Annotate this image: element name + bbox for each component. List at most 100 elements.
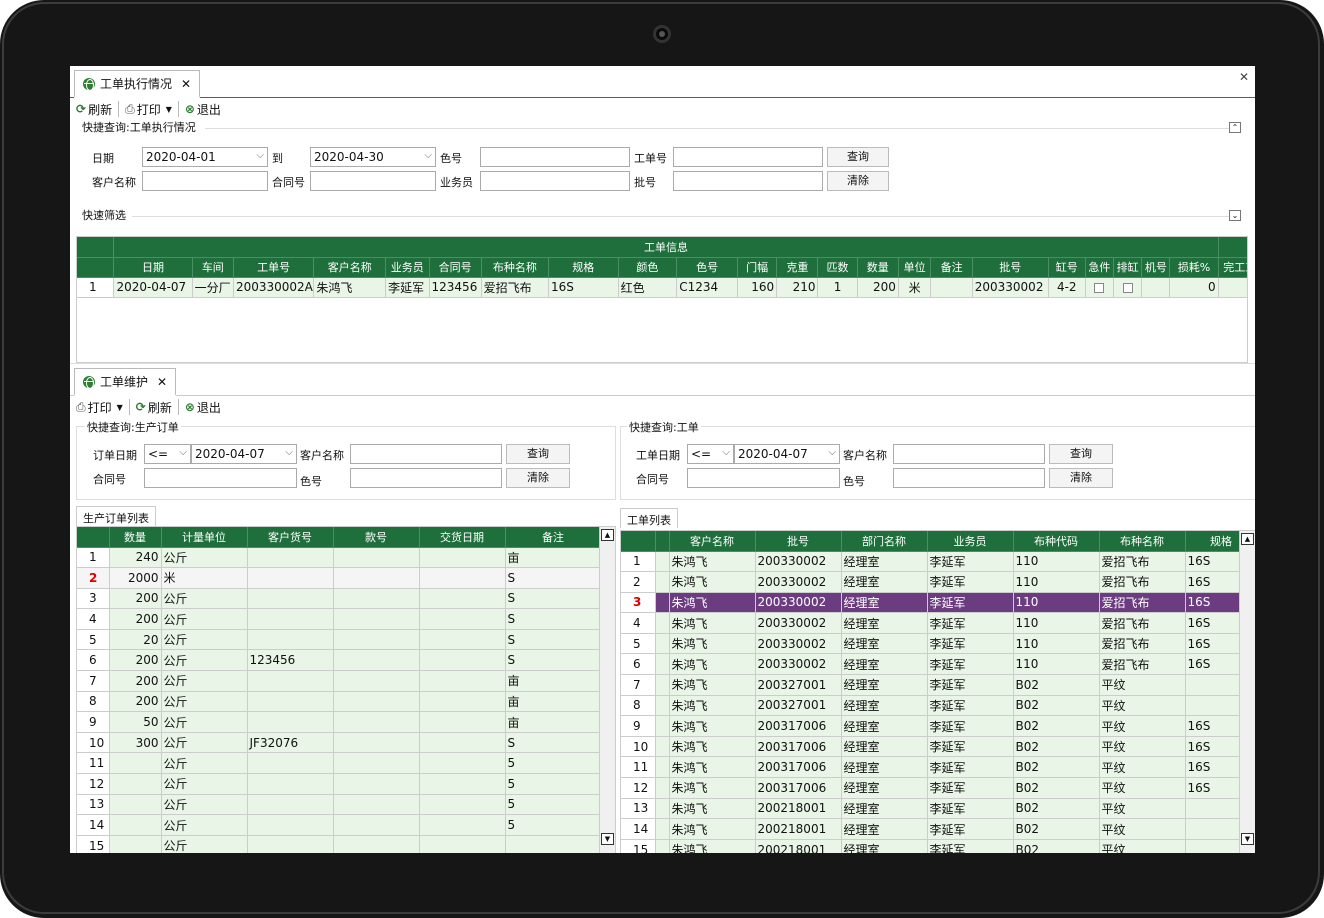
print-button[interactable]: ⎙ 打印 ▼	[123, 101, 174, 118]
column-header[interactable]: 款号	[333, 527, 420, 548]
exit-button[interactable]: ⊗ 退出	[183, 101, 223, 118]
column-header[interactable]: 日期	[113, 257, 193, 278]
table-row[interactable]: 10 300 公斤 JF32076 S	[77, 732, 602, 754]
column-header[interactable]: 交货日期	[419, 527, 506, 548]
table-row[interactable]: 14 公斤 5	[77, 814, 602, 836]
column-header[interactable]: 数量	[109, 527, 162, 548]
table-row[interactable]: 6 朱鸿飞 200330002 经理室 李延军 110 爱招飞布 16S	[621, 653, 1255, 676]
table-row[interactable]: 1 2020-04-07 一分厂 200330002A 朱鸿飞 李延军 123456 爱招飞布…	[77, 277, 1247, 299]
column-header[interactable]: 数量	[857, 257, 899, 278]
dropdown-arrow-icon[interactable]: ▼	[166, 105, 172, 114]
column-header[interactable]: 部门名称	[841, 531, 928, 552]
column-header[interactable]: 布种名称	[1099, 531, 1186, 552]
scroll-up-icon[interactable]: ▲	[1241, 533, 1254, 545]
query-button[interactable]: 查询	[1049, 444, 1113, 464]
contract-input[interactable]	[687, 468, 840, 488]
column-header[interactable]: 布种名称	[481, 257, 550, 278]
scroll-down-icon[interactable]: ▼	[1241, 833, 1254, 845]
refresh-button[interactable]: ⟳ 刷新	[134, 399, 174, 416]
table-row[interactable]: 9 50 公斤 亩	[77, 711, 602, 733]
column-header[interactable]: 车间	[192, 257, 234, 278]
column-header[interactable]: 备注	[930, 257, 973, 278]
table-row[interactable]: 9 朱鸿飞 200317006 经理室 李延军 B02 平纹 16S	[621, 715, 1255, 737]
clear-button[interactable]: 清除	[506, 468, 570, 488]
column-header[interactable]: 计量单位	[161, 527, 248, 548]
column-header[interactable]: 客户货号	[247, 527, 334, 548]
workorder-input[interactable]	[673, 147, 823, 167]
dropdown-arrow-icon[interactable]: ▼	[117, 403, 123, 412]
column-header[interactable]: 业务员	[385, 257, 430, 278]
table-row[interactable]: 1 240 公斤 亩	[77, 547, 602, 569]
window-close-icon[interactable]: ✕	[1239, 70, 1249, 84]
clear-button[interactable]: 清除	[827, 171, 889, 191]
scroll-up-icon[interactable]: ▲	[601, 529, 614, 541]
column-header[interactable]: 批号	[972, 257, 1049, 278]
contract-input[interactable]	[144, 468, 297, 488]
color-input[interactable]	[350, 468, 502, 488]
table-row[interactable]: 12 公斤 5	[77, 773, 602, 795]
table-row[interactable]: 14 朱鸿飞 200218001 经理室 李延军 B02 平纹	[621, 818, 1255, 840]
table-row[interactable]: 15 公斤	[77, 835, 602, 853]
tab-production-order-list[interactable]: 生产订单列表	[76, 506, 156, 526]
print-button[interactable]: ⎙ 打印 ▼	[74, 399, 125, 416]
order-date-select[interactable]: 2020-04-07	[191, 444, 297, 464]
workorder-date-select[interactable]: 2020-04-07	[734, 444, 840, 464]
color-input[interactable]	[480, 147, 630, 167]
tab-workorder-execution[interactable]: 工单执行情况 ✕	[74, 70, 201, 98]
vertical-scrollbar[interactable]: ▲ ▼	[599, 527, 615, 853]
table-row[interactable]: 6 200 公斤 123456 S	[77, 649, 602, 672]
table-row[interactable]: 8 200 公斤 亩	[77, 691, 602, 713]
column-header[interactable]: 合同号	[429, 257, 482, 278]
table-row[interactable]: 2 朱鸿飞 200330002 经理室 李延军 110 爱招飞布 16S	[621, 571, 1255, 593]
date-to-select[interactable]: 2020-04-30	[310, 147, 436, 167]
column-header[interactable]: 克重	[776, 257, 819, 278]
salesman-input[interactable]	[480, 171, 630, 191]
date-from-select[interactable]: 2020-04-01	[142, 147, 268, 167]
column-header[interactable]: 机号	[1141, 257, 1171, 278]
vertical-scrollbar[interactable]: ▲ ▼	[1239, 531, 1255, 853]
column-header[interactable]: 布种代码	[1013, 531, 1100, 552]
close-icon[interactable]: ✕	[181, 77, 191, 91]
query-button[interactable]: 查询	[506, 444, 570, 464]
column-header[interactable]: 业务员	[927, 531, 1014, 552]
table-row[interactable]: 2 2000 米 S	[77, 567, 602, 589]
table-row[interactable]: 12 朱鸿飞 200317006 经理室 李延军 B02 平纹 16S	[621, 777, 1255, 799]
table-row[interactable]: 11 公斤 5	[77, 752, 602, 775]
scroll-down-icon[interactable]: ▼	[601, 833, 614, 845]
close-icon[interactable]: ✕	[157, 375, 167, 389]
column-header[interactable]: 匹数	[817, 257, 858, 278]
table-row[interactable]: 13 公斤 5	[77, 794, 602, 816]
table-row[interactable]: 7 朱鸿飞 200327001 经理室 李延军 B02 平纹	[621, 674, 1255, 696]
column-header[interactable]: 色号	[676, 257, 739, 278]
customer-input[interactable]	[142, 171, 268, 191]
table-row[interactable]: 15 朱鸿飞 200218001 经理室 李延军 B02 平纹	[621, 839, 1255, 853]
checkbox[interactable]	[1094, 282, 1105, 293]
exit-button[interactable]: ⊗ 退出	[183, 399, 223, 416]
column-header[interactable]: 完工工序	[1218, 257, 1247, 278]
column-header[interactable]: 急件	[1085, 257, 1114, 278]
table-row[interactable]: 5 朱鸿飞 200330002 经理室 李延军 110 爱招飞布 16S	[621, 633, 1255, 655]
table-row[interactable]: 1 朱鸿飞 200330002 经理室 李延军 110 爱招飞布 16S	[621, 551, 1255, 573]
table-row[interactable]: 5 20 公斤 S	[77, 629, 602, 651]
table-row[interactable]: 4 朱鸿飞 200330002 经理室 李延军 110 爱招飞布 16S	[621, 612, 1255, 634]
column-header[interactable]: 客户名称	[313, 257, 387, 278]
table-row[interactable]: 10 朱鸿飞 200317006 经理室 李延军 B02 平纹 16S	[621, 736, 1255, 758]
table-row[interactable]: 13 朱鸿飞 200218001 经理室 李延军 B02 平纹	[621, 798, 1255, 820]
column-header[interactable]: 工单号	[233, 257, 315, 278]
column-header[interactable]: 备注	[505, 527, 602, 548]
collapse-up-icon[interactable]: ⌃	[1229, 122, 1241, 133]
query-button[interactable]: 查询	[827, 147, 889, 167]
column-header[interactable]: 损耗%	[1169, 257, 1219, 278]
tab-workorder-maintenance[interactable]: 工单维护 ✕	[74, 368, 177, 396]
operator-select[interactable]: <=	[144, 444, 191, 464]
column-header[interactable]: 批号	[755, 531, 842, 552]
table-row[interactable]: 7 200 公斤 亩	[77, 670, 602, 692]
customer-input[interactable]	[350, 444, 502, 464]
contract-input[interactable]	[310, 171, 436, 191]
clear-button[interactable]: 清除	[1049, 468, 1113, 488]
column-header[interactable]: 颜色	[618, 257, 678, 278]
table-row[interactable]: 3 朱鸿飞 200330002 经理室 李延军 110 爱招飞布 16S	[621, 592, 1255, 614]
column-header[interactable]: 单位	[898, 257, 932, 278]
collapse-down-icon[interactable]: ⌄	[1229, 210, 1241, 221]
tab-workorder-list[interactable]: 工单列表	[620, 508, 678, 528]
